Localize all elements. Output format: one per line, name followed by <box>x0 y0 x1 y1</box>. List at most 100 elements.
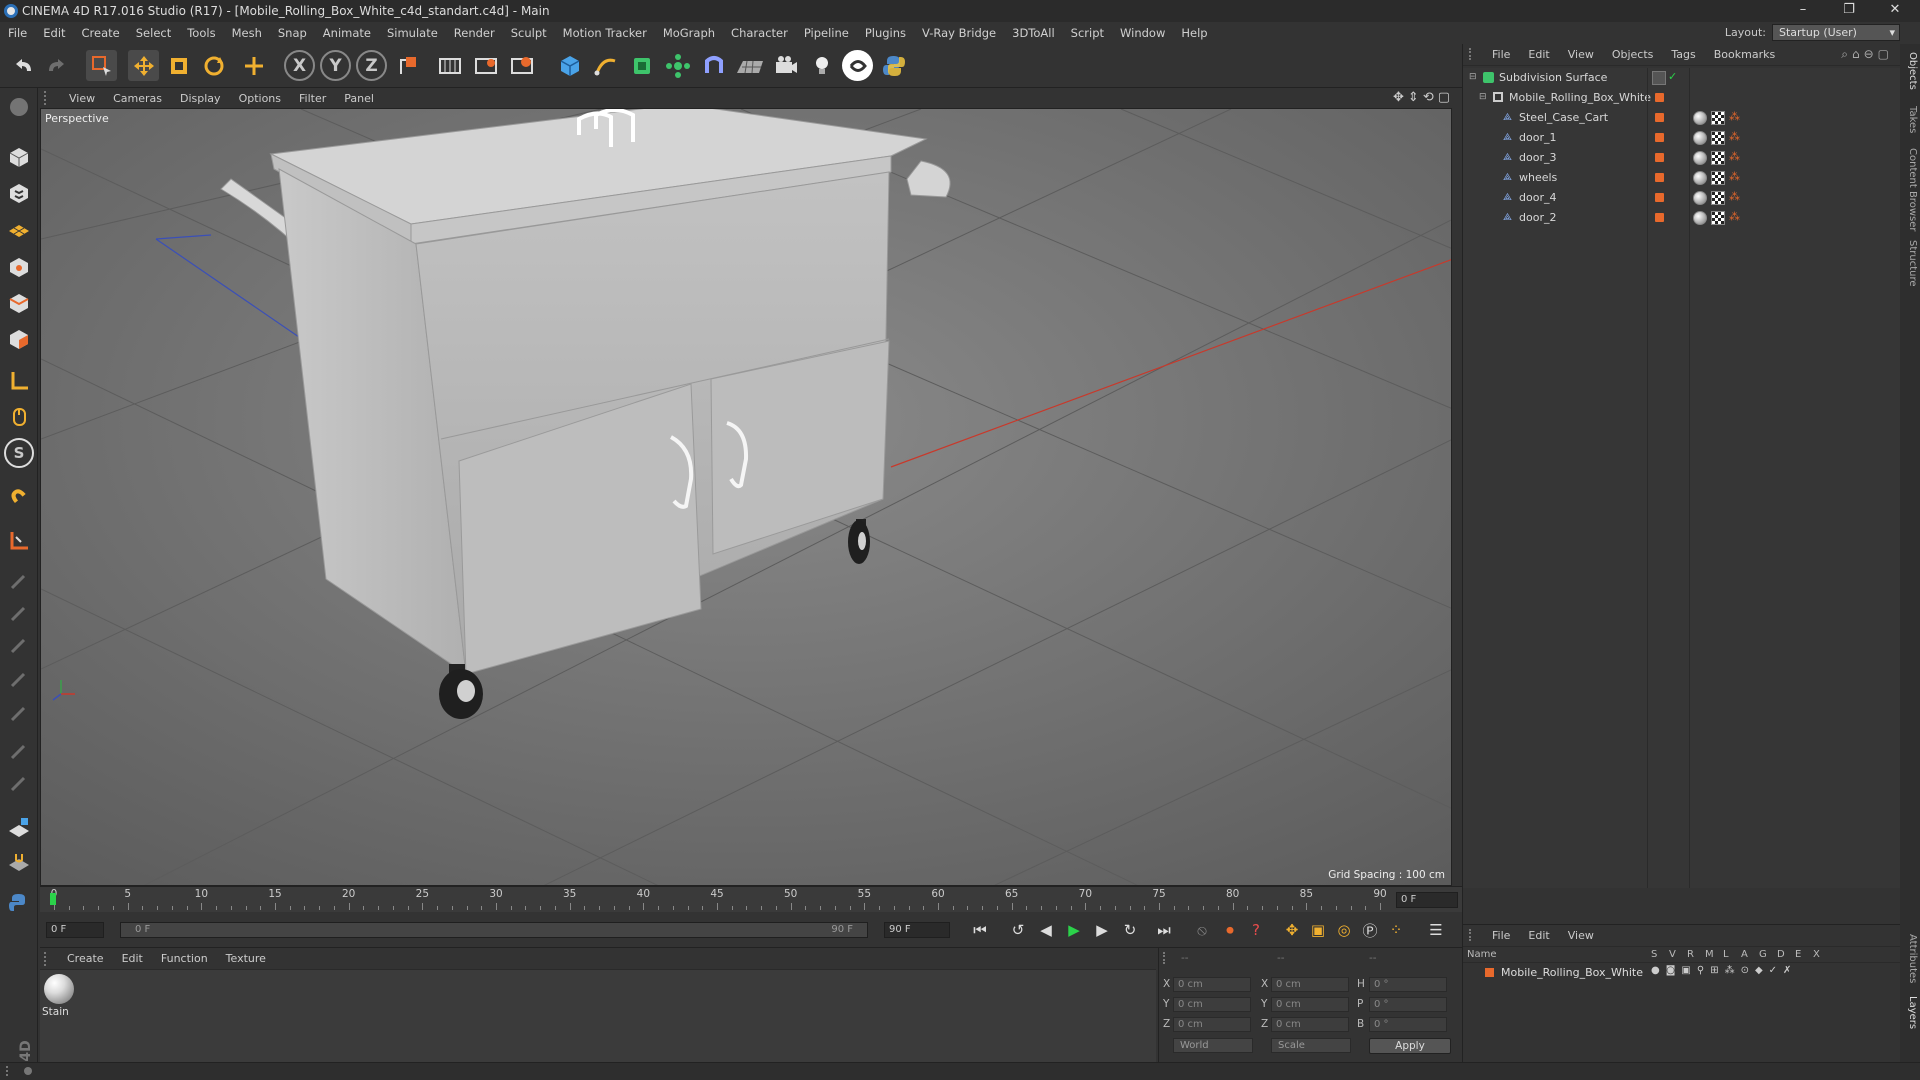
side-tab-takes[interactable]: Takes <box>1902 106 1918 133</box>
layer-col-a[interactable]: A <box>1741 949 1748 960</box>
menu-sculpt[interactable]: Sculpt <box>503 26 555 40</box>
render-view-icon[interactable] <box>434 50 465 81</box>
size-x-field[interactable]: 0 cm <box>1271 977 1349 992</box>
python-script-icon[interactable] <box>4 888 34 918</box>
material-menu-edit[interactable]: Edit <box>113 952 152 965</box>
layer-color-icon[interactable] <box>1655 93 1664 102</box>
pos-z-field[interactable]: 0 cm <box>1173 1017 1251 1032</box>
x-axis-lock-icon[interactable]: X <box>284 50 315 81</box>
layer-row[interactable]: Mobile_Rolling_Box_White ●◙▣⚲⊞⁂⊙◆✓✗ <box>1463 965 1901 981</box>
collapse-icon[interactable]: ⊟ <box>1479 92 1487 102</box>
coordinate-system-icon[interactable] <box>392 50 423 81</box>
texture-tag-icon[interactable] <box>1711 111 1725 125</box>
phong-tag-icon[interactable]: ⁂ <box>1729 110 1740 123</box>
spline-pen-icon[interactable] <box>590 50 621 81</box>
material-tag-icon[interactable] <box>1693 211 1707 225</box>
last-tool-icon[interactable] <box>238 50 269 81</box>
end-frame-field[interactable]: 90 F <box>884 922 950 938</box>
menu-mesh[interactable]: Mesh <box>224 26 270 40</box>
workplane-lock-icon[interactable] <box>4 526 34 556</box>
sculpt-flatten-icon[interactable] <box>4 698 34 728</box>
material-tag-icon[interactable] <box>1693 171 1707 185</box>
vray-icon[interactable] <box>842 50 873 81</box>
points-mode-icon[interactable] <box>4 252 34 282</box>
edges-mode-icon[interactable] <box>4 288 34 318</box>
om-column-divider[interactable] <box>1689 68 1690 888</box>
layout-dropdown[interactable]: Startup (User) <box>1772 24 1900 41</box>
material-menu-texture[interactable]: Texture <box>217 952 275 965</box>
texture-tag-icon[interactable] <box>1711 211 1725 225</box>
render-settings-icon[interactable] <box>506 50 537 81</box>
object-row-door-2[interactable]: ⟁ door_2 ⁂ <box>1463 208 1901 228</box>
menu-animate[interactable]: Animate <box>315 26 379 40</box>
pos-y-field[interactable]: 0 cm <box>1173 997 1251 1012</box>
lm-menu-edit[interactable]: Edit <box>1519 929 1558 942</box>
key-position-icon[interactable]: ✥ <box>1280 919 1304 941</box>
array-icon[interactable] <box>662 50 693 81</box>
object-row-door-4[interactable]: ⟁ door_4 ⁂ <box>1463 188 1901 208</box>
viewport-camera-label[interactable]: Perspective <box>45 112 109 125</box>
om-menu-objects[interactable]: Objects <box>1603 48 1663 61</box>
side-tab-attributes[interactable]: Attributes <box>1902 934 1918 983</box>
motion-record-icon[interactable]: ⦸ <box>1190 919 1214 941</box>
lm-menu-file[interactable]: File <box>1483 929 1519 942</box>
side-tab-structure[interactable]: Structure <box>1902 240 1918 287</box>
menu-character[interactable]: Character <box>723 26 796 40</box>
layer-color-icon[interactable] <box>1655 213 1664 222</box>
viewport-nav-icons[interactable]: ✥⇕⟲▢ <box>1393 90 1454 105</box>
om-menu-view[interactable]: View <box>1559 48 1603 61</box>
sculpt-knife-icon[interactable] <box>4 768 34 798</box>
tweak-mode-icon[interactable] <box>4 402 34 432</box>
phong-tag-icon[interactable]: ⁂ <box>1729 210 1740 223</box>
snap-icon[interactable] <box>4 482 34 512</box>
menu-mograph[interactable]: MoGraph <box>655 26 723 40</box>
key-scale-icon[interactable]: ▣ <box>1306 919 1330 941</box>
rot-h-field[interactable]: 0 ° <box>1369 977 1447 992</box>
menu-render[interactable]: Render <box>446 26 503 40</box>
om-menu-bookmarks[interactable]: Bookmarks <box>1705 48 1784 61</box>
key-pla-icon[interactable]: ⁘ <box>1384 919 1408 941</box>
layer-color-icon[interactable] <box>1655 173 1664 182</box>
menu-edit[interactable]: Edit <box>35 26 73 40</box>
rotate-icon[interactable] <box>198 50 229 81</box>
layer-col-m[interactable]: M <box>1705 949 1714 960</box>
material-tag-icon[interactable] <box>1693 131 1707 145</box>
close-button[interactable]: ✕ <box>1872 0 1918 22</box>
object-row-mobile-rolling-box-white[interactable]: ⊟ Mobile_Rolling_Box_White <box>1463 88 1901 108</box>
sculpt-pull-icon[interactable] <box>4 598 34 628</box>
current-frame-field[interactable]: 0 F <box>1396 892 1458 908</box>
layer-col-d[interactable]: D <box>1777 949 1785 960</box>
om-menu-edit[interactable]: Edit <box>1519 48 1558 61</box>
om-column-divider[interactable] <box>1647 68 1648 888</box>
phong-tag-icon[interactable]: ⁂ <box>1729 170 1740 183</box>
sculpt-smooth-icon[interactable] <box>4 630 34 660</box>
pos-x-field[interactable]: 0 cm <box>1173 977 1251 992</box>
rot-b-field[interactable]: 0 ° <box>1369 1017 1447 1032</box>
menu-file[interactable]: File <box>0 26 35 40</box>
menu-script[interactable]: Script <box>1063 26 1112 40</box>
side-tab-content-browser[interactable]: Content Browser <box>1902 148 1918 231</box>
menu-select[interactable]: Select <box>128 26 179 40</box>
layer-col-g[interactable]: G <box>1759 949 1767 960</box>
grid-lock-icon[interactable] <box>4 812 34 842</box>
material-stain[interactable]: Stain <box>40 970 80 1020</box>
layer-col-s[interactable]: S <box>1651 949 1657 960</box>
layer-color-icon[interactable] <box>1655 193 1664 202</box>
move-icon[interactable] <box>128 50 159 81</box>
collapse-icon[interactable]: ⊟ <box>1469 72 1477 82</box>
size-mode-dropdown[interactable]: Scale <box>1271 1038 1351 1053</box>
cube-primitive-icon[interactable] <box>554 50 585 81</box>
maximize-button[interactable]: ❐ <box>1826 0 1872 22</box>
layer-color-icon[interactable] <box>1485 968 1494 977</box>
previous-frame-icon[interactable]: ◀ <box>1034 919 1058 941</box>
solo-icon[interactable]: S <box>4 438 34 468</box>
texture-tag-icon[interactable] <box>1711 151 1725 165</box>
menu-motion-tracker[interactable]: Motion Tracker <box>555 26 655 40</box>
material-tag-icon[interactable] <box>1693 111 1707 125</box>
sculpt-grab-icon[interactable] <box>4 736 34 766</box>
layer-color-icon[interactable] <box>1655 153 1664 162</box>
rot-p-field[interactable]: 0 ° <box>1369 997 1447 1012</box>
size-z-field[interactable]: 0 cm <box>1271 1017 1349 1032</box>
start-frame-field[interactable]: 0 F <box>46 922 104 938</box>
layer-color-icon[interactable] <box>1655 113 1664 122</box>
